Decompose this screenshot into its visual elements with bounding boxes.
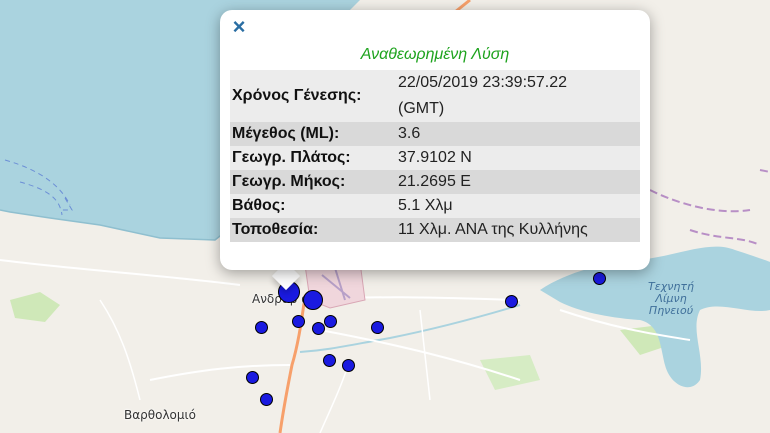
quake-marker[interactable]: [292, 315, 305, 328]
info-value: 37.9102 N: [398, 149, 472, 166]
quake-marker[interactable]: [303, 290, 323, 310]
quake-marker[interactable]: [342, 359, 355, 372]
info-value: 21.2695 E: [398, 173, 471, 190]
info-value-line: 22/05/2019 23:39:57.22: [398, 74, 568, 91]
info-row-origin-time: Χρόνος Γένεσης: 22/05/2019 23:39:57.22 (…: [230, 70, 640, 122]
info-row-depth: Βάθος: 5.1 Χλμ: [230, 194, 640, 218]
info-row-longitude: Γεωγρ. Μήκος: 21.2695 E: [230, 170, 640, 194]
quake-marker[interactable]: [593, 272, 606, 285]
place-label-vartholomio: Βαρθολομιό: [124, 408, 196, 422]
quake-marker[interactable]: [371, 321, 384, 334]
info-label: Γεωγρ. Μήκος:: [232, 173, 346, 190]
close-icon[interactable]: ×: [228, 16, 250, 38]
earthquake-info-table: Χρόνος Γένεσης: 22/05/2019 23:39:57.22 (…: [230, 70, 640, 242]
info-label: Χρόνος Γένεσης:: [232, 87, 362, 104]
lake-label-line: Πηνειού: [648, 304, 694, 317]
quake-marker[interactable]: [324, 315, 337, 328]
info-value: 5.1 Χλμ: [398, 197, 453, 214]
info-value: 22/05/2019 23:39:57.22 (GMT): [396, 70, 640, 122]
info-value-line: (GMT): [398, 100, 445, 117]
info-label: Μέγεθος (ML):: [232, 125, 340, 142]
quake-marker[interactable]: [246, 371, 259, 384]
info-label: Τοποθεσία:: [232, 221, 319, 238]
popup-title: Αναθεωρημένη Λύση: [360, 46, 510, 63]
info-label: Βάθος:: [232, 197, 286, 214]
quake-marker[interactable]: [505, 295, 518, 308]
info-row-location: Τοποθεσία: 11 Χλμ. ΑΝΑ της Κυλλήνης: [230, 218, 640, 242]
info-value: 11 Χλμ. ΑΝΑ της Κυλλήνης: [398, 221, 588, 238]
info-value: 3.6: [398, 125, 421, 142]
info-row-latitude: Γεωγρ. Πλάτος: 37.9102 N: [230, 146, 640, 170]
lake-label: Τεχνητή Λίμνη Πηνειού: [636, 281, 706, 317]
info-row-magnitude: Μέγεθος (ML): 3.6: [230, 122, 640, 146]
quake-marker[interactable]: [260, 393, 273, 406]
quake-marker[interactable]: [323, 354, 336, 367]
quake-marker[interactable]: [255, 321, 268, 334]
info-label: Γεωγρ. Πλάτος:: [232, 149, 351, 166]
quake-marker[interactable]: [312, 322, 325, 335]
